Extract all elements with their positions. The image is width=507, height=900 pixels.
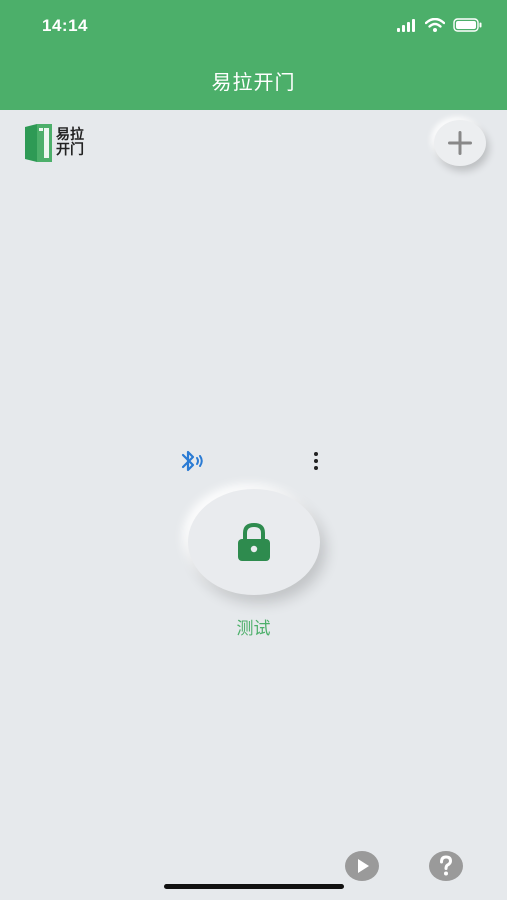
status-time: 14:14 bbox=[42, 16, 88, 35]
bluetooth-status bbox=[180, 449, 208, 477]
help-button[interactable] bbox=[428, 850, 464, 886]
play-icon bbox=[345, 851, 379, 881]
logo-text: 易拉 开门 bbox=[56, 128, 94, 158]
play-tutorial-button[interactable] bbox=[344, 850, 380, 886]
lock-icon bbox=[238, 522, 270, 561]
help-icon bbox=[429, 851, 463, 881]
page-title: 易拉开门 bbox=[211, 70, 296, 94]
logo-line-2: 开门 bbox=[56, 142, 84, 158]
logo-line-1: 易拉 bbox=[56, 127, 84, 143]
more-vertical-icon-dot bbox=[314, 452, 318, 456]
more-options-button[interactable] bbox=[308, 448, 324, 474]
status-icons bbox=[397, 18, 483, 32]
battery-icon bbox=[453, 18, 482, 32]
home-indicator bbox=[164, 884, 344, 889]
wifi-icon bbox=[425, 18, 445, 32]
add-device-button[interactable] bbox=[434, 120, 486, 166]
app-header: 14:14 易拉开门 bbox=[0, 0, 507, 110]
more-vertical-icon-dot bbox=[314, 466, 318, 470]
signal-icon bbox=[397, 18, 415, 32]
unlock-button[interactable] bbox=[188, 489, 320, 595]
app-logo: 易拉 开门 bbox=[24, 124, 94, 162]
more-vertical-icon-dot bbox=[314, 459, 318, 463]
door-icon bbox=[25, 124, 52, 162]
plus-icon bbox=[448, 131, 472, 155]
device-name: 测试 bbox=[236, 619, 271, 639]
bluetooth-icon bbox=[181, 450, 203, 472]
